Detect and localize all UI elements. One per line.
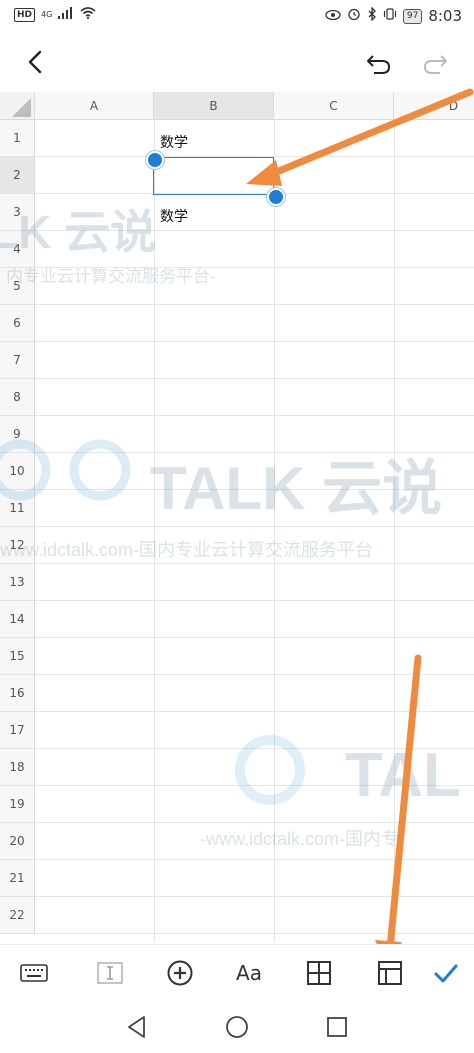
cell-b1[interactable]: 数学 — [160, 132, 188, 152]
row-divider — [35, 711, 474, 712]
battery-indicator: 97 — [402, 8, 423, 24]
insert-button[interactable] — [164, 957, 196, 989]
system-nav-bar — [0, 1000, 474, 1053]
row-header-14[interactable]: 14 — [0, 601, 35, 638]
bluetooth-icon — [367, 6, 377, 25]
triangle-back-icon — [128, 1016, 145, 1038]
square-recents-icon — [327, 1017, 347, 1037]
undo-button[interactable] — [364, 48, 394, 78]
column-header-a[interactable]: A — [35, 92, 154, 120]
row-header-2[interactable]: 2 — [0, 157, 35, 194]
row-divider — [35, 452, 474, 453]
row-header-7[interactable]: 7 — [0, 342, 35, 379]
spreadsheet-grid[interactable]: A B C D 1 2 3 4 5 6 7 8 9 10 11 12 13 14 15 16 17 18 19 20 2… — [0, 92, 474, 942]
network-label: 4G — [41, 10, 53, 19]
nav-recents-button[interactable] — [324, 1014, 350, 1040]
row-divider — [35, 489, 474, 490]
row-divider — [35, 378, 474, 379]
alarm-icon — [347, 7, 361, 25]
row-header-11[interactable]: 11 — [0, 490, 35, 527]
row-divider — [35, 600, 474, 601]
row-header-9[interactable]: 9 — [0, 416, 35, 453]
row-divider — [35, 341, 474, 342]
column-header-d[interactable]: D — [394, 92, 474, 120]
select-all-corner[interactable] — [0, 92, 35, 120]
row-divider — [35, 637, 474, 638]
row-divider — [35, 785, 474, 786]
row-header-17[interactable]: 17 — [0, 712, 35, 749]
status-left: HD 4G — [14, 7, 96, 22]
row-divider — [35, 933, 474, 934]
column-header-b[interactable]: B — [154, 92, 274, 120]
keyboard-icon — [20, 964, 48, 982]
grid-border-icon — [307, 961, 331, 985]
font-format-button[interactable]: Aa — [233, 957, 265, 989]
column-divider — [394, 120, 395, 942]
eye-icon — [325, 7, 341, 25]
freeze-panes-button[interactable] — [374, 957, 406, 989]
redo-button[interactable] — [420, 48, 450, 78]
editor-toolbar — [0, 34, 474, 90]
clock: 8:03 — [428, 7, 462, 25]
row-header-20[interactable]: 20 — [0, 823, 35, 860]
column-divider — [274, 120, 275, 942]
selection-handle-bottom-right[interactable] — [267, 188, 285, 206]
row-header-12[interactable]: 12 — [0, 527, 35, 564]
row-header-18[interactable]: 18 — [0, 749, 35, 786]
row-header-21[interactable]: 21 — [0, 860, 35, 897]
row-header-19[interactable]: 19 — [0, 786, 35, 823]
row-header-3[interactable]: 3 — [0, 194, 35, 231]
row-divider — [35, 304, 474, 305]
row-divider — [35, 859, 474, 860]
selection-handle-top-left[interactable] — [146, 151, 164, 169]
selected-cell-b2[interactable] — [153, 157, 274, 195]
select-all-triangle-icon — [12, 98, 31, 117]
row-divider — [35, 267, 474, 268]
row-header-15[interactable]: 15 — [0, 638, 35, 675]
row-divider — [35, 896, 474, 897]
row-header-16[interactable]: 16 — [0, 675, 35, 712]
plus-circle-icon — [167, 960, 193, 986]
nav-back-button[interactable] — [124, 1014, 150, 1040]
column-divider — [154, 120, 155, 942]
keyboard-button[interactable] — [18, 957, 50, 989]
row-header-13[interactable]: 13 — [0, 564, 35, 601]
nav-home-button[interactable] — [224, 1014, 250, 1040]
row-divider — [35, 230, 474, 231]
row-divider — [35, 563, 474, 564]
cell-b3[interactable]: 数学 — [160, 206, 188, 226]
confirm-button[interactable] — [430, 957, 462, 989]
row-header-5[interactable]: 5 — [0, 268, 35, 305]
column-header-c[interactable]: C — [274, 92, 394, 120]
signal-icon — [58, 7, 74, 22]
row-divider — [35, 748, 474, 749]
row-header-10[interactable]: 10 — [0, 453, 35, 490]
edit-toolbar: Aa — [0, 944, 474, 1001]
hd-badge: HD — [14, 7, 36, 22]
text-cursor-icon — [97, 962, 123, 984]
text-cursor-button[interactable] — [94, 957, 126, 989]
wifi-icon — [80, 7, 96, 22]
freeze-panes-icon — [378, 961, 402, 985]
status-bar: HD 4G 97 8:03 — [0, 0, 474, 34]
row-header-22[interactable]: 22 — [0, 897, 35, 934]
status-right: 97 8:03 — [325, 6, 462, 25]
circle-home-icon — [226, 1016, 248, 1038]
row-header-4[interactable]: 4 — [0, 231, 35, 268]
chevron-left-icon — [28, 50, 42, 74]
row-header-6[interactable]: 6 — [0, 305, 35, 342]
row-divider — [35, 674, 474, 675]
border-button[interactable] — [303, 957, 335, 989]
undo-icon — [367, 55, 391, 74]
row-divider — [35, 526, 474, 527]
back-button[interactable] — [20, 46, 52, 78]
checkmark-icon — [434, 964, 458, 983]
row-divider — [35, 415, 474, 416]
vibrate-icon — [383, 7, 397, 25]
row-header-1[interactable]: 1 — [0, 120, 35, 157]
font-format-label: Aa — [236, 961, 262, 985]
row-divider — [35, 822, 474, 823]
redo-icon — [423, 55, 447, 74]
row-header-8[interactable]: 8 — [0, 379, 35, 416]
